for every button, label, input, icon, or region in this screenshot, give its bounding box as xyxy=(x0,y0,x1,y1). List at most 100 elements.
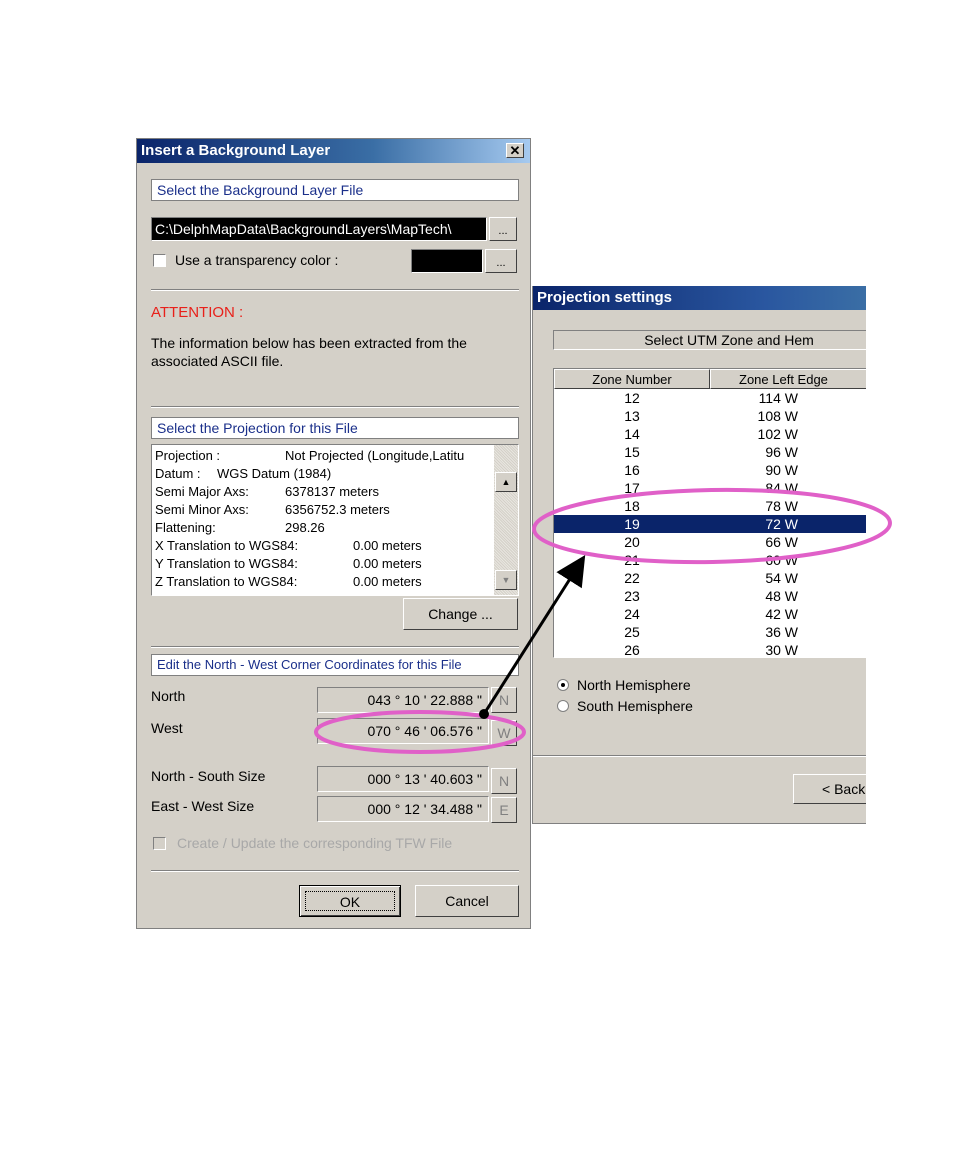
ew-size-field[interactable]: 000 ° 12 ' 34.488 " xyxy=(317,796,489,822)
zone-row[interactable]: 15 96 W xyxy=(554,443,866,461)
ew-direction-button[interactable]: E xyxy=(491,797,517,823)
scroll-down-button[interactable]: ▼ xyxy=(495,570,517,590)
zone-number-cell: 17 xyxy=(624,480,640,496)
insert-background-layer-dialog: Insert a Background Layer ✕ Select the B… xyxy=(136,138,531,929)
ew-size-label: East - West Size xyxy=(151,798,255,814)
north-hemisphere-radio[interactable] xyxy=(557,679,569,691)
info-value: Not Projected (Longitude,Latitu xyxy=(285,448,465,463)
zone-edge-cell: 54 W xyxy=(765,570,798,586)
info-label: X Translation to WGS84: xyxy=(155,538,299,553)
close-button[interactable]: ✕ xyxy=(506,143,524,158)
zone-row[interactable]: 21 60 W xyxy=(554,551,866,569)
zone-edge-cell: 72 W xyxy=(765,516,798,532)
dialog-title: Projection settings xyxy=(533,286,866,310)
column-header-zone-left-edge[interactable]: Zone Left Edge xyxy=(710,369,866,389)
change-projection-button[interactable]: Change ... xyxy=(403,598,518,630)
separator xyxy=(533,755,866,757)
projection-info-list: Projection : Not Projected (Longitude,Lat… xyxy=(155,447,490,591)
ns-direction-button[interactable]: N xyxy=(491,768,517,794)
north-direction-button[interactable]: N xyxy=(491,687,517,713)
zone-row[interactable]: 20 66 W xyxy=(554,533,866,551)
projection-info-row: Projection : Not Projected (Longitude,Lat… xyxy=(155,447,490,465)
zone-row[interactable]: 16 90 W xyxy=(554,461,866,479)
info-value: 0.00 meters xyxy=(353,538,422,553)
zone-row[interactable]: 18 78 W xyxy=(554,497,866,515)
info-label: Z Translation to WGS84: xyxy=(155,574,298,589)
zone-edge-cell: 90 W xyxy=(765,462,798,478)
north-coordinate-field[interactable]: 043 ° 10 ' 22.888 " xyxy=(317,687,489,713)
back-button[interactable]: < Back xyxy=(793,774,866,804)
tfw-checkbox[interactable] xyxy=(153,837,166,850)
projection-group-label: Select the Projection for this File xyxy=(151,417,519,439)
projection-info-box[interactable]: Projection : Not Projected (Longitude,Lat… xyxy=(151,444,519,596)
attention-label: ATTENTION : xyxy=(151,304,244,321)
cancel-button[interactable]: Cancel xyxy=(415,885,519,917)
zone-row[interactable]: 23 48 W xyxy=(554,587,866,605)
transparency-color-swatch xyxy=(411,249,483,273)
ns-size-field[interactable]: 000 ° 13 ' 40.603 " xyxy=(317,766,489,792)
west-label: West xyxy=(151,720,183,736)
south-hemisphere-radio[interactable] xyxy=(557,700,569,712)
zone-row[interactable]: 17 84 W xyxy=(554,479,866,497)
scroll-up-button[interactable]: ▲ xyxy=(495,472,517,492)
zone-edge-cell: 48 W xyxy=(765,588,798,604)
south-hemisphere-label: South Hemisphere xyxy=(577,698,693,714)
north-hemisphere-label: North Hemisphere xyxy=(577,677,691,693)
zone-row[interactable]: 12 114 W xyxy=(554,389,866,407)
separator xyxy=(151,870,519,872)
zone-number-cell: 25 xyxy=(624,624,640,640)
zone-row[interactable]: 22 54 W xyxy=(554,569,866,587)
info-value: 6356752.3 meters xyxy=(285,502,390,517)
zone-number-cell: 23 xyxy=(624,588,640,604)
zone-row[interactable]: 25 36 W xyxy=(554,623,866,641)
back-button-label: < Back xyxy=(822,781,866,797)
zone-edge-cell: 30 W xyxy=(765,642,798,658)
zone-row[interactable]: 19 72 W xyxy=(554,515,866,533)
zone-row[interactable]: 26 30 W xyxy=(554,641,866,658)
zone-edge-cell: 60 W xyxy=(765,552,798,568)
zone-row[interactable]: 13 108 W xyxy=(554,407,866,425)
projection-info-row: Semi Major Axs: 6378137 meters xyxy=(155,483,490,501)
ok-button[interactable]: OK xyxy=(299,885,401,917)
info-value: 0.00 meters xyxy=(353,556,422,571)
close-icon: ✕ xyxy=(509,143,521,158)
info-label: Semi Minor Axs: xyxy=(155,502,249,517)
pick-color-button[interactable]: ... xyxy=(485,249,517,273)
projection-info-row: X Translation to WGS84: 0.00 meters xyxy=(155,537,490,555)
projection-info-row: Flattening: 298.26 xyxy=(155,519,490,537)
west-direction-button[interactable]: W xyxy=(491,720,517,746)
zone-row[interactable]: 24 42 W xyxy=(554,605,866,623)
dialog-title: Insert a Background Layer xyxy=(137,139,530,163)
transparency-checkbox[interactable] xyxy=(153,254,166,267)
projection-info-row: Y Translation to WGS84: 0.00 meters xyxy=(155,555,490,573)
scroll-up-icon: ▲ xyxy=(501,477,511,487)
utm-header-label: Select UTM Zone and Hem xyxy=(553,330,866,350)
tfw-label: Create / Update the corresponding TFW Fi… xyxy=(177,835,453,851)
projection-settings-dialog: Projection settings Select UTM Zone and … xyxy=(532,286,866,824)
zone-edge-cell: 78 W xyxy=(765,498,798,514)
zone-edge-cell: 114 W xyxy=(758,390,798,406)
west-coordinate-field[interactable]: 070 ° 46 ' 06.576 " xyxy=(317,718,489,744)
info-value: 0.00 meters xyxy=(353,574,422,589)
info-label: Datum : xyxy=(155,466,201,481)
zone-edge-cell: 66 W xyxy=(765,534,798,550)
zone-number-cell: 13 xyxy=(624,408,640,424)
separator xyxy=(151,289,519,291)
transparency-label: Use a transparency color : xyxy=(175,252,339,268)
zone-number-cell: 14 xyxy=(624,426,640,442)
zone-list[interactable]: Zone Number Zone Left Edge 12 114 W 13 108 … xyxy=(553,368,866,658)
zone-row[interactable]: 14 102 W xyxy=(554,425,866,443)
column-header-zone-number[interactable]: Zone Number xyxy=(554,369,710,389)
vertical-scrollbar[interactable]: ▲ ▼ xyxy=(494,445,518,595)
info-text-line1: The information below has been extracted… xyxy=(151,335,467,351)
zone-edge-cell: 108 W xyxy=(757,408,798,424)
zone-number-cell: 12 xyxy=(624,390,640,406)
info-label: Y Translation to WGS84: xyxy=(155,556,298,571)
browse-file-button[interactable]: ... xyxy=(489,217,517,241)
zone-edge-cell: 96 W xyxy=(765,444,798,460)
file-path-input[interactable]: C:\DelphMapData\BackgroundLayers\MapTech… xyxy=(151,217,487,241)
info-text-line2: associated ASCII file. xyxy=(151,353,284,369)
zone-number-cell: 21 xyxy=(624,552,640,568)
projection-info-row: Semi Minor Axs: 6356752.3 meters xyxy=(155,501,490,519)
zone-number-cell: 15 xyxy=(624,444,640,460)
